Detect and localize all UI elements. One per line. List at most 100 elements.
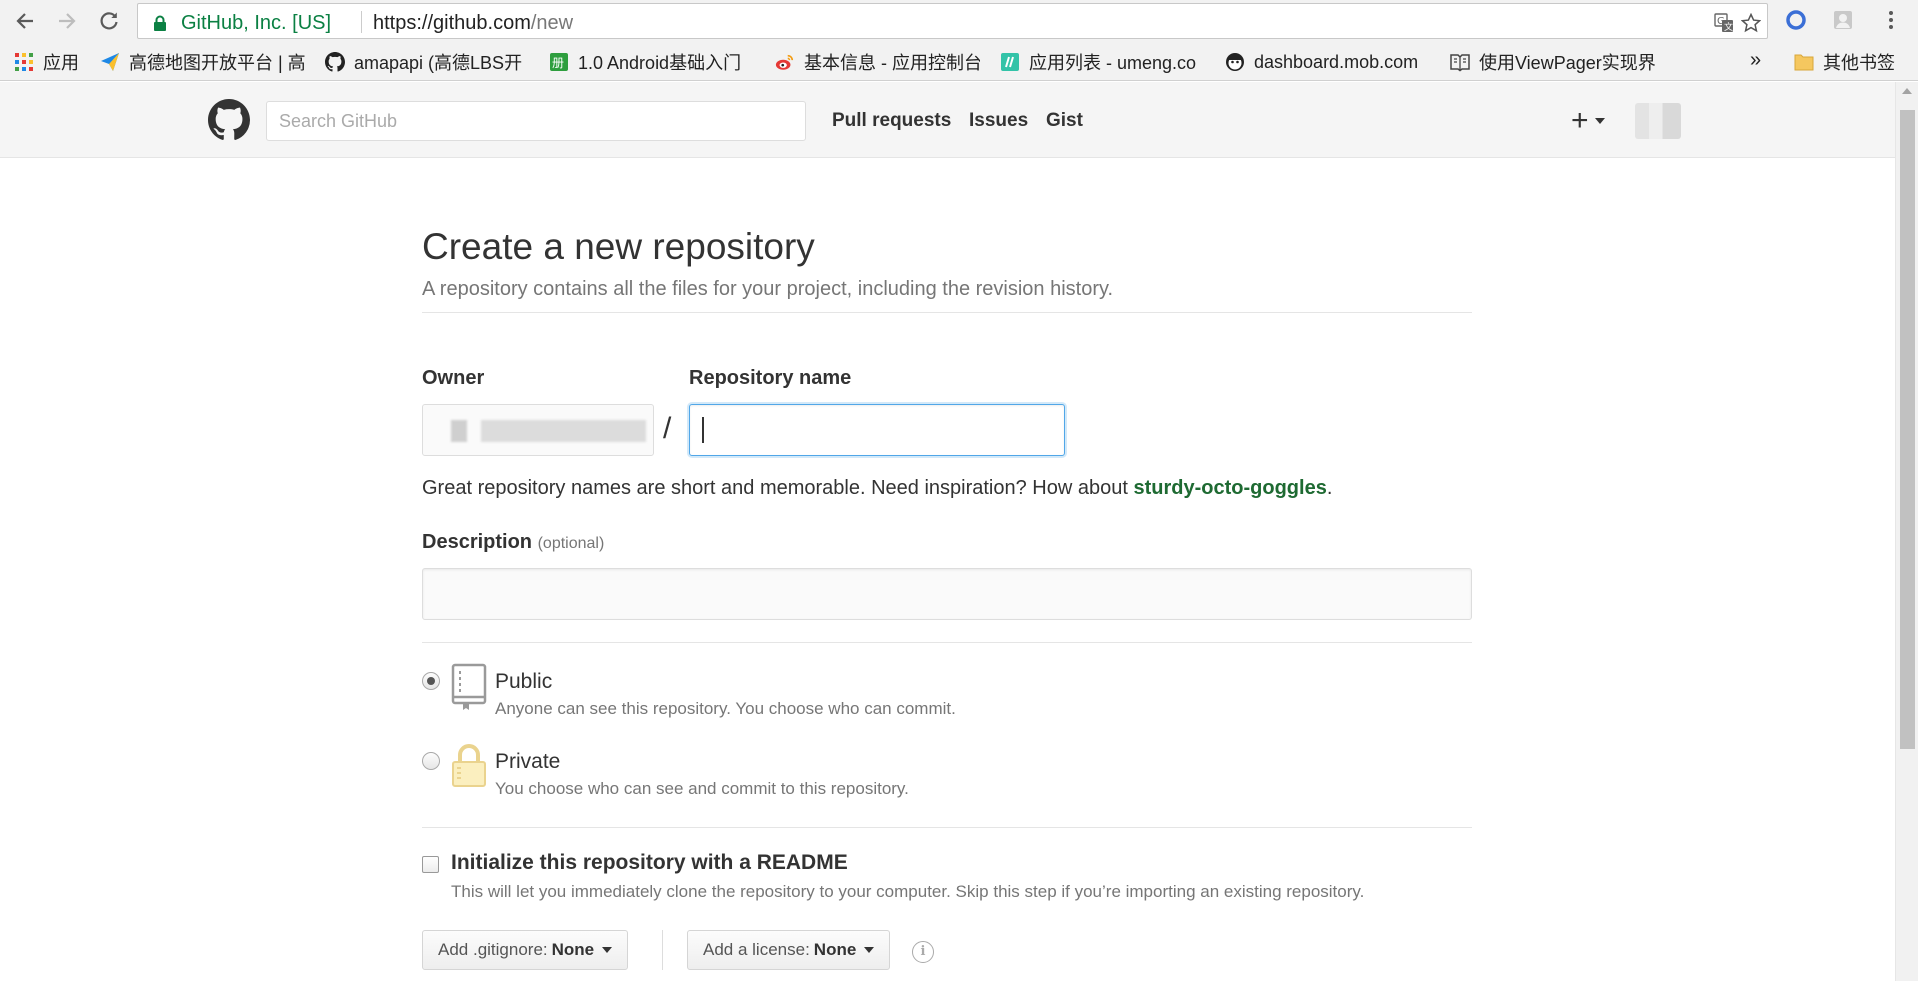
umeng-icon <box>1000 52 1020 72</box>
license-label: Add a license: <box>703 940 810 959</box>
owner-select[interactable] <box>422 404 654 456</box>
extension-circle-icon[interactable] <box>1785 9 1807 31</box>
private-description: You choose who can see and commit to thi… <box>495 779 909 798</box>
bookmark-mob-dashboard[interactable]: dashboard.mob.com <box>1225 51 1430 73</box>
nav-issues-link[interactable]: Issues <box>969 110 1028 132</box>
owner-name-redacted <box>481 420 646 442</box>
license-select-button[interactable]: Add a license: None <box>687 930 891 970</box>
repo-name-hint: Great repository names are short and mem… <box>422 477 1332 500</box>
init-readme-checkbox[interactable] <box>422 856 439 873</box>
page-viewport: Pull requests Issues Gist + Create a new… <box>0 82 1895 981</box>
select-divider <box>662 930 663 970</box>
init-readme-label[interactable]: Initialize this repository with a README <box>451 851 848 875</box>
address-bar[interactable]: GitHub, Inc. [US] https://github.com/new… <box>137 3 1768 39</box>
ev-certificate-label: GitHub, Inc. [US] <box>181 12 332 34</box>
scroll-up-arrow-icon[interactable] <box>1902 88 1912 94</box>
bookmarks-bar: 应用 高德地图开放平台 | 高 amapapi (高德LBS开 册 1.0 An… <box>0 43 1918 81</box>
repository-name-input[interactable] <box>689 404 1065 456</box>
public-description: Anyone can see this repository. You choo… <box>495 699 956 718</box>
back-button[interactable] <box>12 8 38 34</box>
bookmark-label: 高德地图开放平台 | 高 <box>129 53 306 73</box>
lock-padlock-icon <box>452 744 486 787</box>
user-avatar[interactable] <box>1635 103 1681 139</box>
url-text: https://github.com/new <box>373 12 573 35</box>
bookmark-android-basics[interactable]: 册 1.0 Android基础入门 <box>549 51 754 73</box>
gitignore-value: None <box>551 940 595 959</box>
weibo-icon <box>775 52 795 72</box>
page-title: Create a new repository <box>422 226 815 267</box>
bookmark-amapapi[interactable]: amapapi (高德LBS开 <box>325 51 530 73</box>
hint-suffix: . <box>1326 477 1333 499</box>
folder-icon <box>1794 52 1814 72</box>
bookmark-viewpager[interactable]: 使用ViewPager实现界 <box>1450 51 1660 73</box>
reload-icon <box>100 12 118 30</box>
profile-extension-icon[interactable] <box>1832 9 1854 31</box>
owner-repo-separator: / <box>663 412 672 445</box>
suggested-name-link[interactable]: sturdy-octo-goggles <box>1133 477 1326 499</box>
bookmark-label: 其他书签 <box>1823 53 1895 73</box>
paper-plane-icon <box>100 52 120 72</box>
owner-label: Owner <box>422 367 485 389</box>
svg-text:文: 文 <box>1724 21 1733 33</box>
book-green-icon: 册 <box>549 52 569 72</box>
repo-book-icon <box>451 663 487 710</box>
divider <box>422 642 1472 643</box>
info-icon[interactable]: i <box>912 941 934 963</box>
bookmark-label: amapapi (高德LBS开 <box>354 53 523 73</box>
private-radio[interactable] <box>422 752 440 770</box>
gitignore-select-button[interactable]: Add .gitignore: None <box>422 930 629 970</box>
bookmark-label: 1.0 Android基础入门 <box>578 53 742 73</box>
translate-icon[interactable]: G文 <box>1714 13 1734 33</box>
nav-pull-requests-link[interactable]: Pull requests <box>832 110 951 132</box>
apps-grid-icon <box>14 52 34 72</box>
github-icon <box>325 52 345 72</box>
reload-button[interactable] <box>96 8 122 34</box>
forward-button[interactable] <box>54 8 80 34</box>
url-path: /new <box>530 12 574 34</box>
page-subtitle: A repository contains all the files for … <box>422 278 1114 300</box>
bookmark-label: 应用 <box>43 53 79 73</box>
bookmark-label: dashboard.mob.com <box>1254 51 1419 72</box>
description-input[interactable] <box>422 568 1472 620</box>
github-octocat-logo-icon[interactable] <box>208 99 250 141</box>
bookmark-weibo-console[interactable]: 基本信息 - 应用控制台 <box>775 51 980 73</box>
svg-text:册: 册 <box>552 56 564 70</box>
owner-avatar-redacted <box>451 420 467 442</box>
init-readme-description: This will let you immediately clone the … <box>451 882 1365 901</box>
scrollbar-thumb[interactable] <box>1900 110 1915 749</box>
bookmark-amap[interactable]: 高德地图开放平台 | 高 <box>100 51 310 73</box>
gitignore-label: Add .gitignore: <box>438 940 548 959</box>
text-cursor <box>702 417 704 443</box>
hint-text: Great repository names are short and mem… <box>422 477 1134 499</box>
lock-icon <box>154 15 166 31</box>
bookmark-umeng[interactable]: 应用列表 - umeng.co <box>1000 51 1205 73</box>
divider <box>422 827 1472 828</box>
create-new-dropdown[interactable]: + <box>1571 104 1605 138</box>
bookmark-apps[interactable]: 应用 <box>14 51 79 73</box>
caret-down-icon <box>864 947 875 953</box>
arrow-left-icon <box>16 13 33 29</box>
book-outline-icon <box>1450 52 1470 72</box>
github-header: Pull requests Issues Gist + <box>0 82 1895 158</box>
caret-down-icon <box>1594 118 1605 124</box>
page-scrollbar[interactable] <box>1895 82 1918 981</box>
repository-name-label: Repository name <box>689 367 852 389</box>
bookmarks-overflow-button[interactable]: » <box>1750 49 1761 71</box>
kebab-menu-icon[interactable] <box>1880 9 1902 31</box>
plus-icon: + <box>1571 104 1589 137</box>
description-label: Description (optional) <box>422 531 604 554</box>
arrow-right-icon <box>59 13 76 29</box>
public-radio[interactable] <box>422 672 440 690</box>
github-search-input[interactable] <box>266 101 806 141</box>
url-origin: https://github.com <box>373 12 531 34</box>
mob-icon <box>1225 52 1245 72</box>
private-title: Private <box>495 750 561 773</box>
caret-down-icon <box>602 947 613 953</box>
other-bookmarks-folder[interactable]: 其他书签 <box>1794 51 1895 73</box>
omnibox-divider <box>361 11 362 33</box>
nav-gist-link[interactable]: Gist <box>1046 110 1083 132</box>
star-bookmark-icon[interactable] <box>1741 13 1761 33</box>
optional-tag: (optional) <box>537 535 605 552</box>
divider <box>422 312 1472 313</box>
description-label-text: Description <box>422 531 533 553</box>
